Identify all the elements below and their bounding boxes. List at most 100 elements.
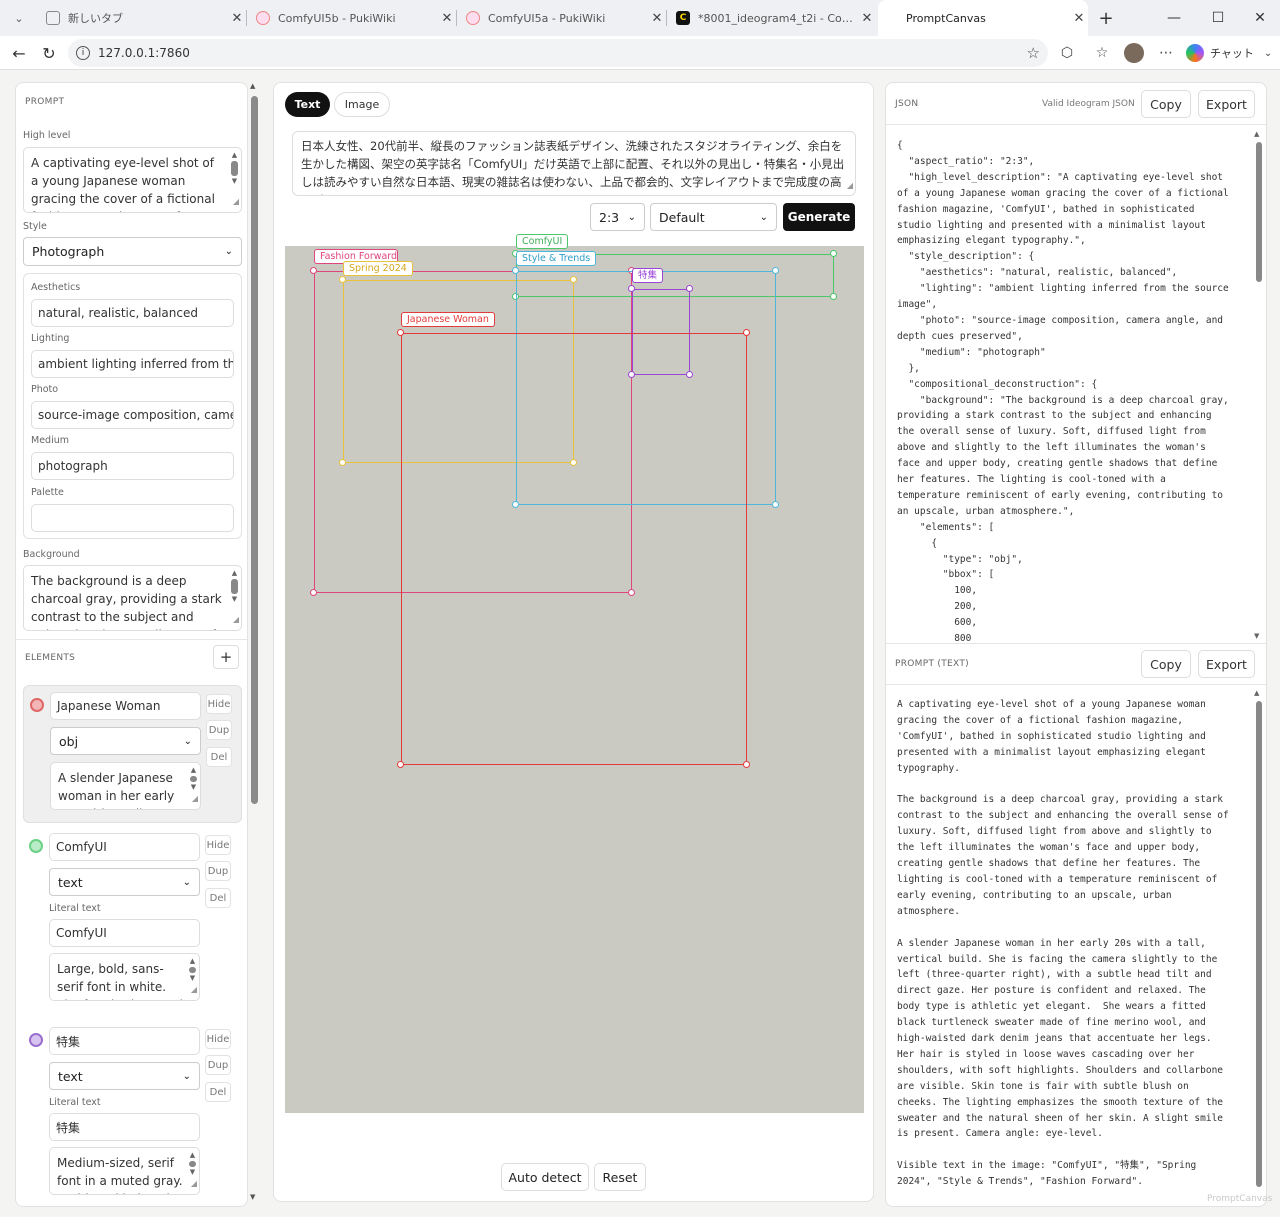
bbox-handle[interactable] bbox=[310, 589, 317, 596]
background-textarea[interactable]: The background is a deep charcoal gray, … bbox=[23, 565, 242, 631]
scroll-down-icon[interactable]: ▼ bbox=[1254, 632, 1259, 640]
layout-canvas[interactable]: Fashion Forward Spring 2024 ComfyUI Styl… bbox=[285, 234, 864, 1113]
resize-grip-icon[interactable]: ◢ bbox=[191, 981, 197, 999]
bbox-label-spring-2024[interactable]: Spring 2024 bbox=[343, 261, 413, 276]
minimize-icon[interactable]: — bbox=[1152, 0, 1196, 36]
close-tab-icon[interactable]: ✕ bbox=[438, 11, 456, 26]
element-color-dot[interactable] bbox=[29, 1033, 43, 1047]
scrollbar-thumb[interactable] bbox=[1256, 701, 1262, 1187]
avatar[interactable] bbox=[1120, 36, 1148, 70]
element-type-select[interactable]: text ⌄ bbox=[49, 868, 200, 896]
element-color-dot[interactable] bbox=[30, 698, 44, 712]
bbox-handle[interactable] bbox=[772, 501, 779, 508]
palette-input[interactable] bbox=[31, 504, 234, 532]
aesthetics-input[interactable]: natural, realistic, balanced bbox=[31, 299, 234, 327]
browser-tab-1[interactable]: 新しいタブ ✕ bbox=[36, 0, 246, 36]
bbox-handle[interactable] bbox=[772, 267, 779, 274]
browser-tab-2[interactable]: ComfyUI5b - PukiWiki ✕ bbox=[246, 0, 456, 36]
bbox-handle[interactable] bbox=[397, 761, 404, 768]
bbox-handle[interactable] bbox=[628, 285, 635, 292]
delete-button[interactable]: Del bbox=[206, 747, 232, 767]
hide-button[interactable]: Hide bbox=[205, 1029, 231, 1049]
hide-button[interactable]: Hide bbox=[206, 694, 232, 714]
element-name-input[interactable]: Japanese Woman bbox=[50, 692, 201, 720]
literal-text-input[interactable]: 特集 bbox=[49, 1113, 200, 1141]
bbox-label-style-trends[interactable]: Style & Trends bbox=[516, 251, 597, 266]
bbox-handle[interactable] bbox=[830, 250, 837, 257]
textarea-scrollbar[interactable]: ▲ ▼ bbox=[230, 569, 239, 604]
auto-detect-button[interactable]: Auto detect bbox=[501, 1163, 589, 1191]
scroll-up-icon[interactable]: ▲ bbox=[1254, 130, 1259, 138]
bbox-label-japanese-woman[interactable]: Japanese Woman bbox=[401, 312, 495, 327]
photo-input[interactable]: source-image composition, camera angle, … bbox=[31, 401, 234, 429]
bbox-handle[interactable] bbox=[743, 761, 750, 768]
element-color-dot[interactable] bbox=[29, 839, 43, 853]
close-tab-icon[interactable]: ✕ bbox=[858, 11, 876, 26]
json-scrollbar[interactable]: ▲ ▼ bbox=[1254, 130, 1263, 640]
resize-grip-icon[interactable]: ◢ bbox=[233, 193, 239, 211]
preset-select[interactable]: Default ⌄ bbox=[650, 203, 777, 231]
prompt-scrollbar[interactable]: ▲ bbox=[1254, 689, 1263, 1199]
url-field[interactable]: i 127.0.0.1:7860 ☆ bbox=[68, 39, 1048, 67]
element-name-input[interactable]: 特集 bbox=[49, 1027, 200, 1055]
add-element-button[interactable]: + bbox=[213, 645, 239, 669]
prompt-text-output[interactable]: A captivating eye-level shot of a young … bbox=[897, 697, 1252, 1197]
scroll-up-icon[interactable]: ▲ bbox=[1254, 689, 1259, 697]
resize-grip-icon[interactable]: ◢ bbox=[233, 611, 239, 629]
hide-button[interactable]: Hide bbox=[205, 835, 231, 855]
bbox-japanese-woman[interactable] bbox=[401, 333, 747, 765]
scrollbar-thumb[interactable] bbox=[1256, 142, 1262, 282]
resize-grip-icon[interactable]: ◢ bbox=[191, 1175, 197, 1193]
resize-grip-icon[interactable]: ◢ bbox=[192, 790, 198, 808]
lighting-input[interactable]: ambient lighting inferred from the sourc… bbox=[31, 350, 234, 378]
close-tab-icon[interactable]: ✕ bbox=[648, 11, 666, 26]
json-copy-button[interactable]: Copy bbox=[1141, 90, 1191, 118]
resize-grip-icon[interactable]: ◢ bbox=[847, 177, 853, 195]
element-description-textarea[interactable]: A slender Japanese woman in her early 20… bbox=[50, 762, 201, 810]
bbox-label-comfyui[interactable]: ComfyUI bbox=[516, 234, 569, 249]
element-description-textarea[interactable]: Medium-sized, serif font in a muted gray… bbox=[49, 1147, 200, 1195]
left-panel-scrollbar[interactable]: ▲ ▼ bbox=[250, 82, 260, 1201]
favorites-icon[interactable]: ☆ bbox=[1088, 36, 1116, 70]
element-card-tokushu[interactable]: 特集 text ⌄ Literal text 特集 Medium-sized, s… bbox=[23, 1021, 242, 1201]
maximize-icon[interactable]: ☐ bbox=[1196, 0, 1240, 36]
bbox-handle[interactable] bbox=[310, 267, 317, 274]
high-level-textarea[interactable]: A captivating eye-level shot of a young … bbox=[23, 147, 242, 213]
close-window-icon[interactable]: ✕ bbox=[1238, 0, 1280, 36]
bbox-handle[interactable] bbox=[339, 459, 346, 466]
duplicate-button[interactable]: Dup bbox=[205, 861, 231, 881]
delete-button[interactable]: Del bbox=[205, 1082, 231, 1102]
literal-text-input[interactable]: ComfyUI bbox=[49, 919, 200, 947]
bbox-handle[interactable] bbox=[512, 267, 519, 274]
prompt-export-button[interactable]: Export bbox=[1198, 650, 1255, 678]
prompt-copy-button[interactable]: Copy bbox=[1141, 650, 1191, 678]
tab-list-button[interactable]: ⌄ bbox=[0, 0, 38, 36]
new-tab-plus-icon[interactable]: + bbox=[1084, 0, 1128, 36]
element-name-input[interactable]: ComfyUI bbox=[49, 833, 200, 861]
scroll-up-icon[interactable]: ▲ bbox=[250, 82, 255, 90]
bbox-handle[interactable] bbox=[397, 329, 404, 336]
back-arrow-icon[interactable]: ← bbox=[4, 36, 34, 70]
browser-tab-4[interactable]: C *8001_ideogram4_t2i - ComfyUI ✕ bbox=[666, 0, 876, 36]
medium-input[interactable]: photograph bbox=[31, 452, 234, 480]
bbox-handle[interactable] bbox=[743, 329, 750, 336]
main-prompt-textarea[interactable]: 日本人女性、20代前半、縦長のファッション誌表紙デザイン、洗練されたスタジオライ… bbox=[292, 131, 856, 196]
json-output[interactable]: { "aspect_ratio": "2:3", "high_level_des… bbox=[897, 138, 1252, 642]
reset-button[interactable]: Reset bbox=[594, 1163, 646, 1191]
copilot-chat-button[interactable]: チャット ⌄ bbox=[1186, 36, 1276, 70]
extensions-icon[interactable]: ⬡ bbox=[1053, 36, 1081, 70]
close-tab-icon[interactable]: ✕ bbox=[228, 11, 246, 26]
textarea-scrollbar[interactable]: ▲ ▼ bbox=[188, 957, 197, 983]
element-type-select[interactable]: obj ⌄ bbox=[50, 727, 201, 755]
bbox-handle[interactable] bbox=[830, 293, 837, 300]
browser-tab-3[interactable]: ComfyUI5a - PukiWiki ✕ bbox=[456, 0, 666, 36]
aspect-ratio-select[interactable]: 2:3 ⌄ bbox=[590, 203, 645, 231]
json-export-button[interactable]: Export bbox=[1198, 90, 1255, 118]
tab-image[interactable]: Image bbox=[334, 92, 390, 117]
scroll-down-icon[interactable]: ▼ bbox=[250, 1193, 255, 1201]
style-select[interactable]: Photograph ⌄ bbox=[23, 237, 242, 266]
more-menu-icon[interactable]: ⋯ bbox=[1152, 36, 1180, 70]
tab-text[interactable]: Text bbox=[285, 92, 330, 117]
element-type-select[interactable]: text ⌄ bbox=[49, 1062, 200, 1090]
textarea-scrollbar[interactable]: ▲ ▼ bbox=[188, 1151, 197, 1177]
